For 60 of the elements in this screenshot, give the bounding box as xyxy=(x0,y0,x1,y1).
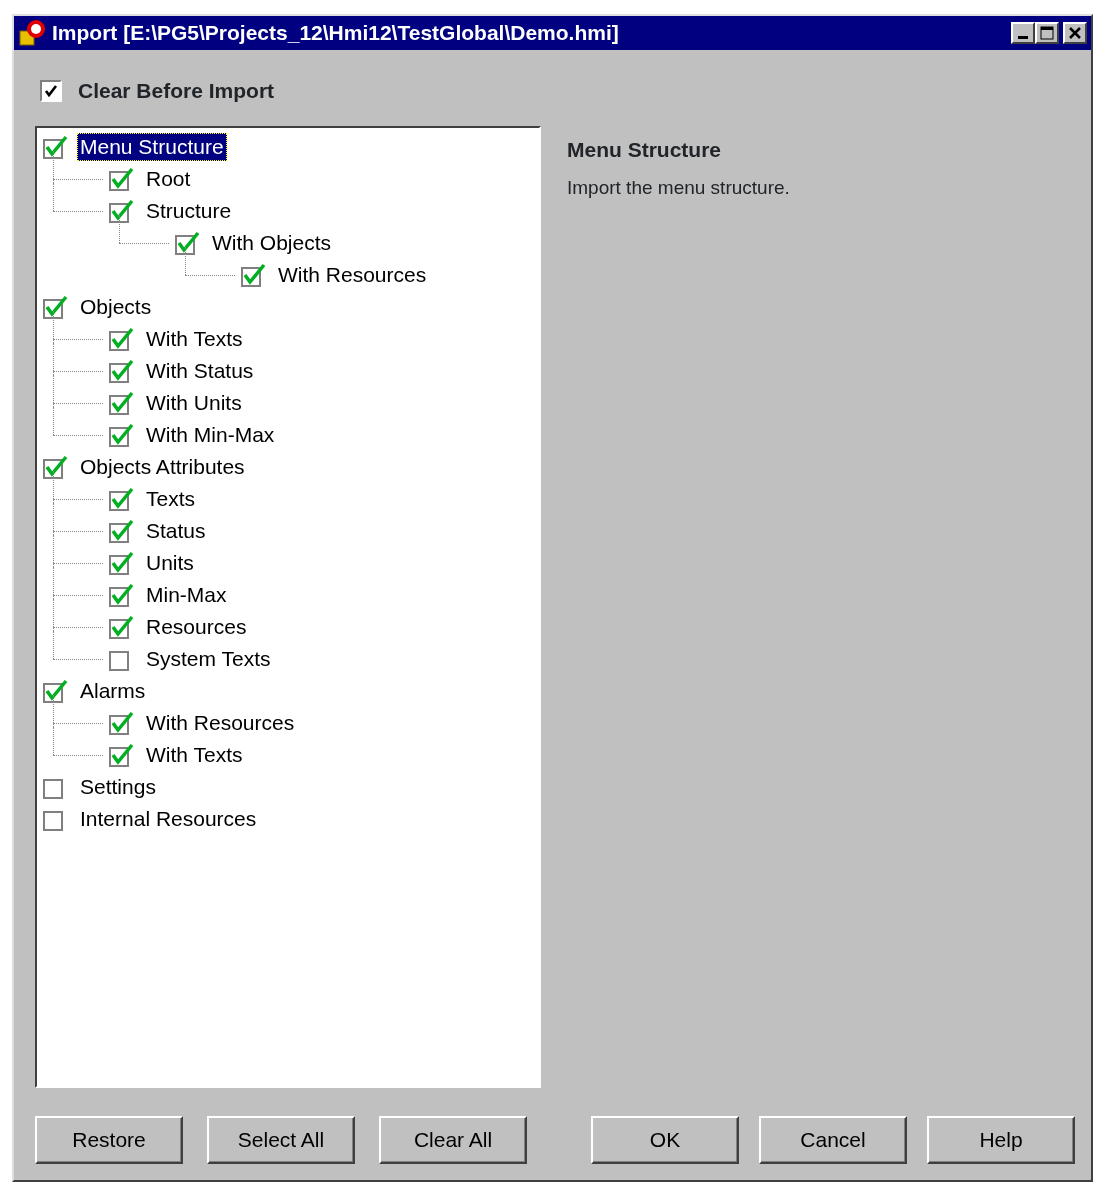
tree-item[interactable]: Status xyxy=(143,517,209,545)
checked-checkbox[interactable] xyxy=(109,711,135,735)
tree-item[interactable]: With Resources xyxy=(275,261,430,289)
tree-item[interactable]: With Objects xyxy=(209,229,335,257)
minimize-icon xyxy=(1018,36,1028,39)
tree-item[interactable]: With Texts xyxy=(143,325,246,353)
maximize-button[interactable] xyxy=(1035,22,1059,44)
checked-checkbox[interactable] xyxy=(109,423,135,447)
window-title: Import [E:\PG5\Projects_12\Hmi12\TestGlobal\Demo.hmi] xyxy=(52,20,619,47)
dialog-button[interactable]: Select All xyxy=(207,1116,355,1164)
tree-item[interactable]: Resources xyxy=(143,613,250,641)
dialog-button[interactable]: OK xyxy=(591,1116,739,1164)
description-title: Menu Structure xyxy=(567,137,722,163)
tree-item[interactable]: Texts xyxy=(143,485,198,513)
checked-checkbox[interactable] xyxy=(109,551,135,575)
tree-item[interactable]: Objects Attributes xyxy=(77,453,248,481)
tree-item[interactable]: Menu Structure xyxy=(77,133,227,161)
checked-checkbox[interactable] xyxy=(43,135,69,159)
checkbox-label: Clear Before Import xyxy=(78,78,275,105)
dialog-button[interactable]: Cancel xyxy=(759,1116,907,1164)
checked-checkbox[interactable] xyxy=(43,295,69,319)
tree-item[interactable]: Root xyxy=(143,165,194,193)
dialog-button[interactable]: Restore xyxy=(35,1116,183,1164)
minimize-button[interactable] xyxy=(1011,22,1035,44)
app-icon xyxy=(18,19,48,47)
tree-item[interactable]: Settings xyxy=(77,773,159,801)
checked-checkbox[interactable] xyxy=(43,455,69,479)
maximize-icon xyxy=(1040,26,1054,40)
checked-checkbox[interactable] xyxy=(109,199,135,223)
tree-item[interactable]: With Status xyxy=(143,357,257,385)
check-icon xyxy=(43,83,59,99)
checked-checkbox[interactable] xyxy=(109,391,135,415)
checked-checkbox[interactable] xyxy=(109,167,135,191)
dialog-button[interactable]: Clear All xyxy=(379,1116,527,1164)
checked-checkbox[interactable] xyxy=(43,679,69,703)
checked-checkbox[interactable] xyxy=(109,743,135,767)
checked-checkbox[interactable] xyxy=(109,359,135,383)
close-icon xyxy=(1068,26,1082,40)
close-button[interactable] xyxy=(1063,22,1087,44)
checked-checkbox[interactable] xyxy=(109,615,135,639)
tree-item[interactable]: With Texts xyxy=(143,741,246,769)
checked-checkbox[interactable] xyxy=(109,327,135,351)
checked-checkbox[interactable] xyxy=(109,519,135,543)
tree-item[interactable]: Min-Max xyxy=(143,581,230,609)
tree-item[interactable]: Structure xyxy=(143,197,235,225)
tree-item[interactable]: Objects xyxy=(77,293,155,321)
tree-item[interactable]: With Resources xyxy=(143,709,298,737)
checked-checkbox[interactable] xyxy=(241,263,267,287)
checked-checkbox[interactable] xyxy=(175,231,201,255)
tree-item[interactable]: With Min-Max xyxy=(143,421,278,449)
tree-item[interactable]: Internal Resources xyxy=(77,805,260,833)
description-text: Import the menu structure. xyxy=(567,175,790,200)
tree-item[interactable]: With Units xyxy=(143,389,245,417)
tree-item[interactable]: Units xyxy=(143,549,197,577)
tree-item[interactable]: System Texts xyxy=(143,645,274,673)
tree-item[interactable]: Alarms xyxy=(77,677,149,705)
dialog-button[interactable]: Help xyxy=(927,1116,1075,1164)
checked-checkbox[interactable] xyxy=(109,487,135,511)
checked-checkbox[interactable] xyxy=(109,583,135,607)
checkbox[interactable] xyxy=(40,80,62,102)
